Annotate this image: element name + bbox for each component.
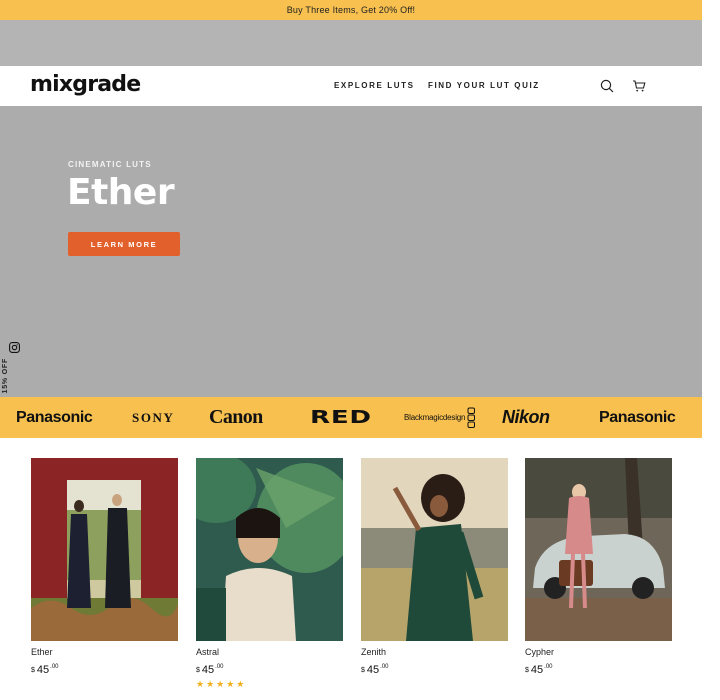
price-amount: 45 [366, 664, 380, 676]
product-price: $ 45 .00 [31, 664, 178, 676]
brand-logo-canon: Canon [209, 406, 263, 428]
rating-stars: ★★★★★ [196, 679, 247, 689]
brand-logo-blackmagic: Blackmagicdesign [404, 397, 476, 438]
cart-icon[interactable] [630, 77, 648, 95]
instagram-icon[interactable] [9, 340, 20, 358]
product-image-cypher[interactable] [525, 458, 672, 641]
product-name[interactable]: Zenith [361, 647, 508, 657]
product-grid: Ether $ 45 .00 Astral $ 45 .00 ★★★★★ Zen… [0, 438, 702, 700]
brand-strip: Panasonic SONY Canon RED Blackmagicdesig… [0, 397, 702, 438]
product-card-zenith[interactable]: Zenith $ 45 .00 [361, 458, 508, 676]
brand-logo-panasonic: Panasonic [16, 408, 93, 426]
price-cents: .00 [380, 664, 389, 670]
product-price: $ 45 .00 [196, 664, 343, 676]
nav-lut-quiz[interactable]: FIND YOUR LUT QUIZ [428, 81, 540, 90]
product-card-cypher[interactable]: Cypher $ 45 .00 [525, 458, 672, 676]
product-image-zenith[interactable] [361, 458, 508, 641]
top-banner-placeholder [0, 20, 702, 66]
product-card-ether[interactable]: Ether $ 45 .00 [31, 458, 178, 676]
brand-logo-red: RED [310, 407, 372, 428]
price-amount: 45 [36, 664, 50, 676]
learn-more-button[interactable]: LEARN MORE [68, 232, 180, 256]
brand-logo-sony: SONY [132, 409, 175, 425]
hero-title: Ether [67, 172, 175, 213]
price-currency: $ [196, 667, 200, 674]
hero-kicker: CINEMATIC LUTS [68, 160, 152, 169]
site-logo[interactable]: mixgrade [30, 72, 141, 97]
price-cents: .00 [50, 664, 59, 670]
search-icon[interactable] [598, 77, 616, 95]
brand-logo-panasonic-2: Panasonic [599, 408, 676, 426]
product-name[interactable]: Astral [196, 647, 343, 657]
price-currency: $ [31, 667, 35, 674]
product-price: $ 45 .00 [361, 664, 508, 676]
announcement-bar: Buy Three Items, Get 20% Off! [0, 0, 702, 20]
product-name[interactable]: Cypher [525, 647, 672, 657]
blackmagic-mark-icon [467, 407, 476, 428]
price-amount: 45 [530, 664, 544, 676]
price-amount: 45 [201, 664, 215, 676]
announcement-text: Buy Three Items, Get 20% Off! [286, 5, 416, 15]
brand-logo-nikon: Nikon [502, 407, 550, 427]
hero-banner: CINEMATIC LUTS Ether LEARN MORE [0, 106, 702, 397]
product-image-astral[interactable] [196, 458, 343, 641]
price-currency: $ [361, 667, 365, 674]
product-price: $ 45 .00 [525, 664, 672, 676]
product-image-ether[interactable] [31, 458, 178, 641]
price-cents: .00 [215, 664, 224, 670]
price-cents: .00 [544, 664, 553, 670]
product-card-astral[interactable]: Astral $ 45 .00 ★★★★★ [196, 458, 343, 690]
nav-explore-luts[interactable]: EXPLORE LUTS [334, 81, 415, 90]
product-name[interactable]: Ether [31, 647, 178, 657]
site-header: mixgrade EXPLORE LUTS FIND YOUR LUT QUIZ [0, 66, 702, 106]
price-currency: $ [525, 667, 529, 674]
brand-logo-blackmagic-text: Blackmagicdesign [404, 413, 466, 422]
